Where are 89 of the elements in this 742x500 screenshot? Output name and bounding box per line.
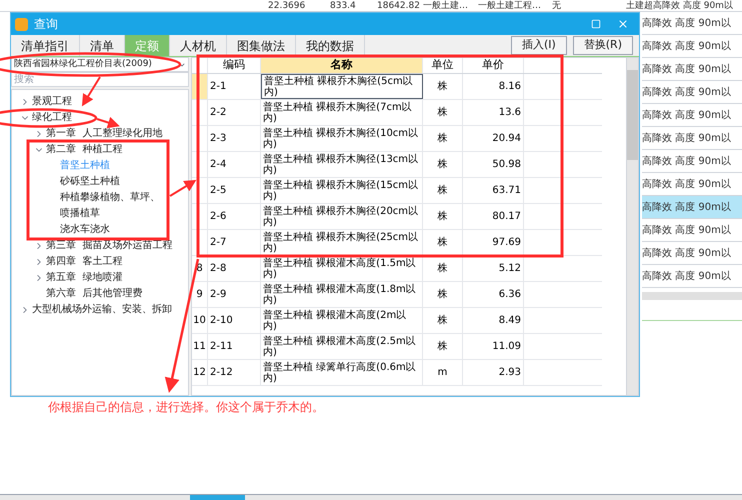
app-logo-icon	[15, 18, 28, 30]
row-number: 11	[192, 334, 208, 359]
table-cell: 株	[423, 74, 463, 99]
table-cell: 普坚土种植 裸根灌木高度(2.5m以内)	[261, 334, 423, 359]
annotation-arrow	[96, 116, 120, 128]
table-cell: 11.09	[463, 334, 524, 359]
table-cell: 普坚土种植 裸根乔木胸径(10cm以内)	[261, 126, 423, 151]
window-title: 查询	[34, 16, 58, 33]
table-cell: 2-7	[208, 230, 261, 255]
table-cell: 2-2	[208, 100, 261, 125]
background-cell: 无	[552, 0, 561, 12]
background-cell: 土建超高降效 高度 90m以	[626, 0, 733, 12]
table-cell: 20.94	[463, 126, 524, 151]
table-cell: 普坚土种植 裸根乔木胸径(5cm以内)	[261, 74, 423, 99]
table-cell: 株	[423, 204, 463, 229]
table-cell: 50.98	[463, 152, 524, 177]
row-number: 10	[192, 308, 208, 333]
table-cell: 株	[423, 282, 463, 307]
table-cell: 2.93	[463, 360, 524, 385]
table-cell: 2-6	[208, 204, 261, 229]
table-cell: 株	[423, 178, 463, 203]
annotation-arrow	[169, 180, 196, 197]
row-number: 8	[192, 256, 208, 281]
tree-item[interactable]: 第四章 客土工程	[46, 256, 122, 268]
close-icon[interactable]	[617, 18, 629, 30]
table-cell: 普坚土种植 裸根乔木胸径(25cm以内)	[261, 230, 423, 255]
tree-item[interactable]: 大型机械场外运输、安装、拆卸	[32, 304, 172, 316]
maximize-icon[interactable]	[591, 19, 601, 29]
column-header[interactable]: 单价	[463, 58, 524, 73]
table-cell: 2-1	[208, 74, 261, 99]
table-cell: 2-8	[208, 256, 261, 281]
table-cell: 普坚土种植 裸根乔木胸径(13cm以内)	[261, 152, 423, 177]
table-cell: 株	[423, 230, 463, 255]
column-header[interactable]: 单位	[423, 58, 463, 73]
tree-item[interactable]: 种植攀缘植物、草坪、	[60, 192, 160, 204]
table-cell: 63.71	[463, 178, 524, 203]
table-cell: 6.36	[463, 282, 524, 307]
background-cell: 18642.82	[377, 0, 420, 12]
background-cell: 22.3696	[268, 0, 306, 12]
tree-item[interactable]: 第二章 种植工程	[46, 144, 122, 156]
tree-item[interactable]: 第三章 掘苗及场外运苗工程	[46, 240, 172, 252]
scrollbar[interactable]	[626, 58, 638, 395]
table-cell: 普坚土种植 裸根乔木胸径(15cm以内)	[261, 178, 423, 203]
row-number: 9	[192, 282, 208, 307]
table-cell: 8.16	[463, 74, 524, 99]
table-cell: 普坚土种植 裸根灌木高度(2m以内)	[261, 308, 423, 333]
annotation-text: 你根据自己的信息，进行选择。你这个属于乔木的。	[48, 399, 324, 416]
table-cell: 2-9	[208, 282, 261, 307]
tree-item[interactable]: 第五章 绿地喷灌	[46, 272, 122, 284]
table-cell: 5.12	[463, 256, 524, 281]
table-cell: 普坚土种植 裸根灌木高度(1.5m以内)	[261, 256, 423, 281]
table-cell: 2-3	[208, 126, 261, 151]
table-cell: 株	[423, 308, 463, 333]
table-cell: m	[423, 360, 463, 385]
table-cell: 株	[423, 256, 463, 281]
column-header[interactable]: 名称	[261, 58, 423, 73]
dialog-button[interactable]: 替换(R)	[572, 36, 633, 55]
table-cell: 普坚土种植 裸根灌木高度(1.8m以内)	[261, 282, 423, 307]
tree-item[interactable]: 第一章 人工整理绿化用地	[46, 128, 162, 140]
table-cell: 97.69	[463, 230, 524, 255]
tree-item[interactable]: 浇水车浇水	[60, 224, 110, 236]
table-cell: 13.6	[463, 100, 524, 125]
table-cell: 80.17	[463, 204, 524, 229]
table-cell: 株	[423, 334, 463, 359]
tree-item[interactable]: 绿化工程	[32, 112, 72, 124]
background-cell: 833.4	[330, 0, 356, 12]
table-cell: 株	[423, 152, 463, 177]
annotation-arrow	[82, 76, 101, 106]
table-cell: 普坚土种植 裸根乔木胸径(7cm以内)	[261, 100, 423, 125]
table-cell: 8.49	[463, 308, 524, 333]
tree-item[interactable]: 第六章 后其他管理费	[46, 288, 142, 300]
table-cell: 2-10	[208, 308, 261, 333]
table-cell: 2-5	[208, 178, 261, 203]
background-cell: 高降效 高度 90m以	[642, 196, 742, 219]
table-cell: 株	[423, 100, 463, 125]
table-cell: 株	[423, 126, 463, 151]
table-cell: 2-12	[208, 360, 261, 385]
table-cell: 2-4	[208, 152, 261, 177]
table-cell: 2-11	[208, 334, 261, 359]
background-cell: 一般土建工程…	[478, 0, 541, 12]
row-number: 12	[192, 360, 208, 385]
table-cell: 普坚土种植 绿篱单行高度(0.6m以内)	[261, 360, 423, 385]
library-select[interactable]: 陕西省园林绿化工程价目表(2009)	[11, 57, 189, 72]
tree-item[interactable]: 砂砾坚土种植	[60, 176, 120, 188]
dialog-button[interactable]: 插入(I)	[510, 36, 567, 55]
tree-item[interactable]: 景观工程	[32, 96, 72, 108]
background-cell: 一般土建…	[423, 0, 468, 12]
table-cell: 普坚土种植 裸根乔木胸径(20cm以内)	[261, 204, 423, 229]
tree-item[interactable]: 喷播植草	[60, 208, 100, 220]
